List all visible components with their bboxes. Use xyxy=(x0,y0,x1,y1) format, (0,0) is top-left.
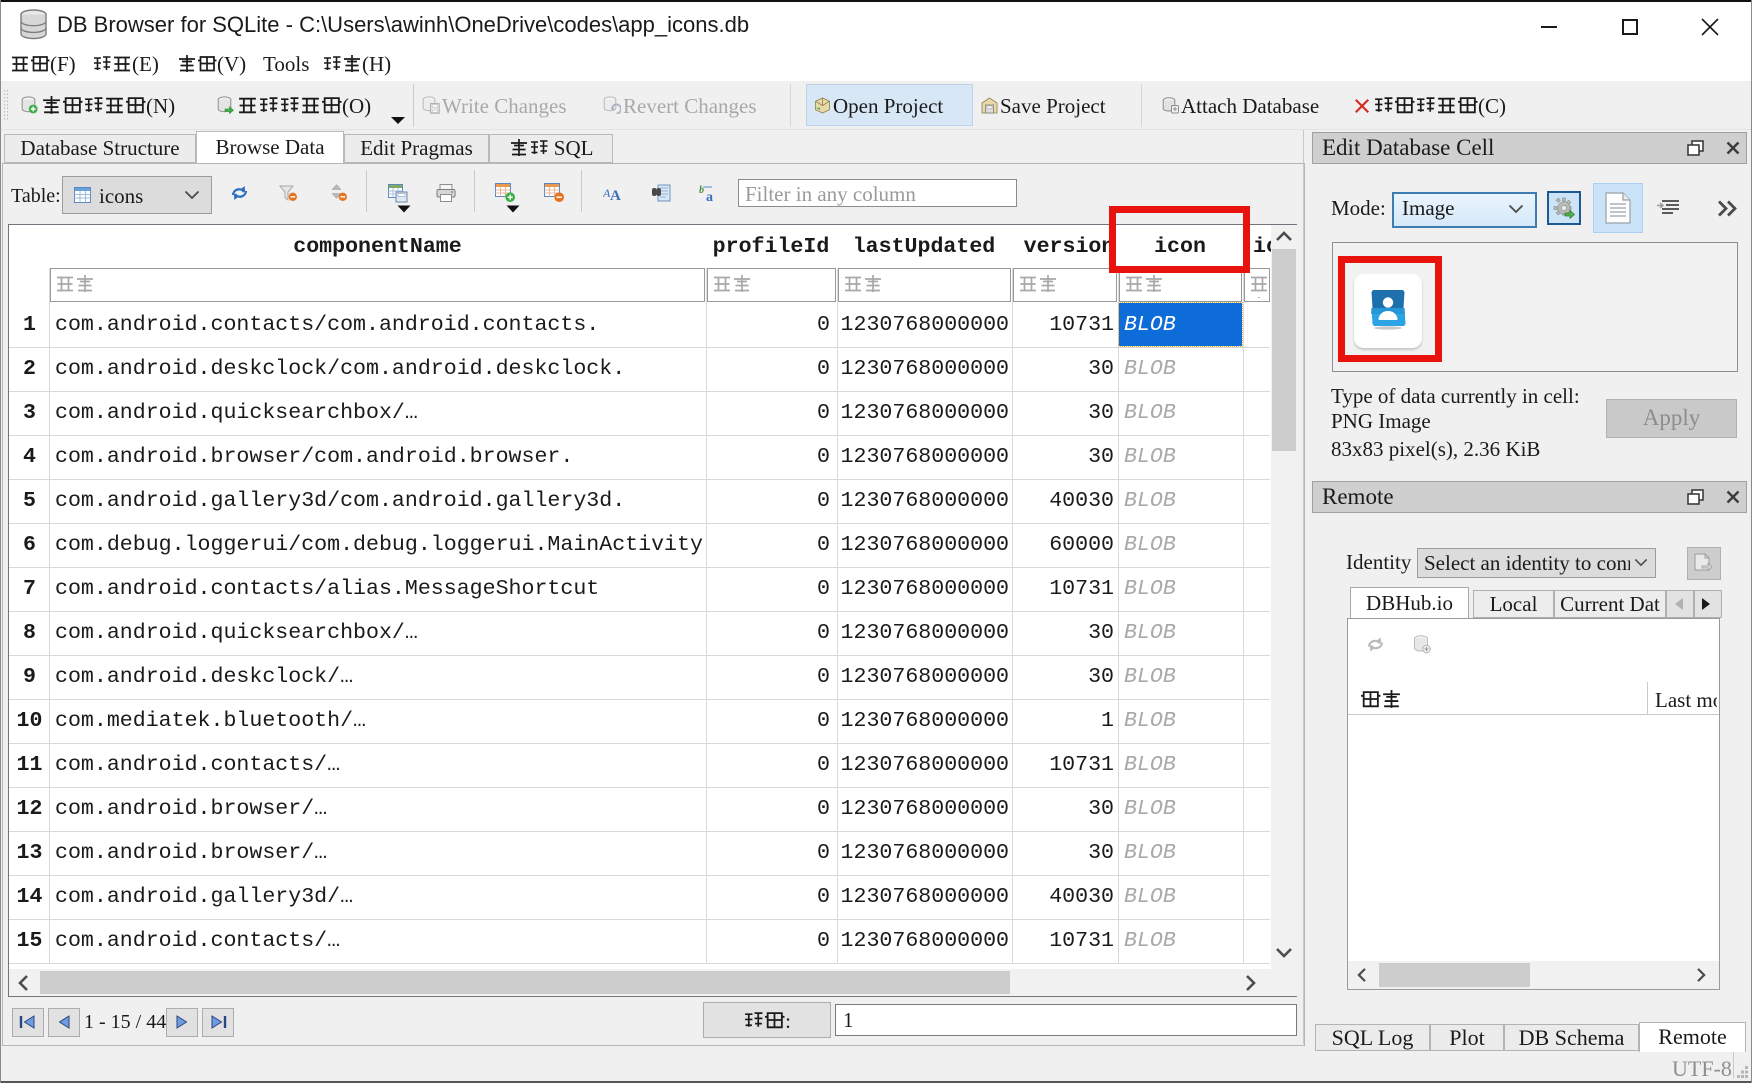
svg-text:a: a xyxy=(706,190,713,203)
svg-text:A: A xyxy=(610,188,621,201)
